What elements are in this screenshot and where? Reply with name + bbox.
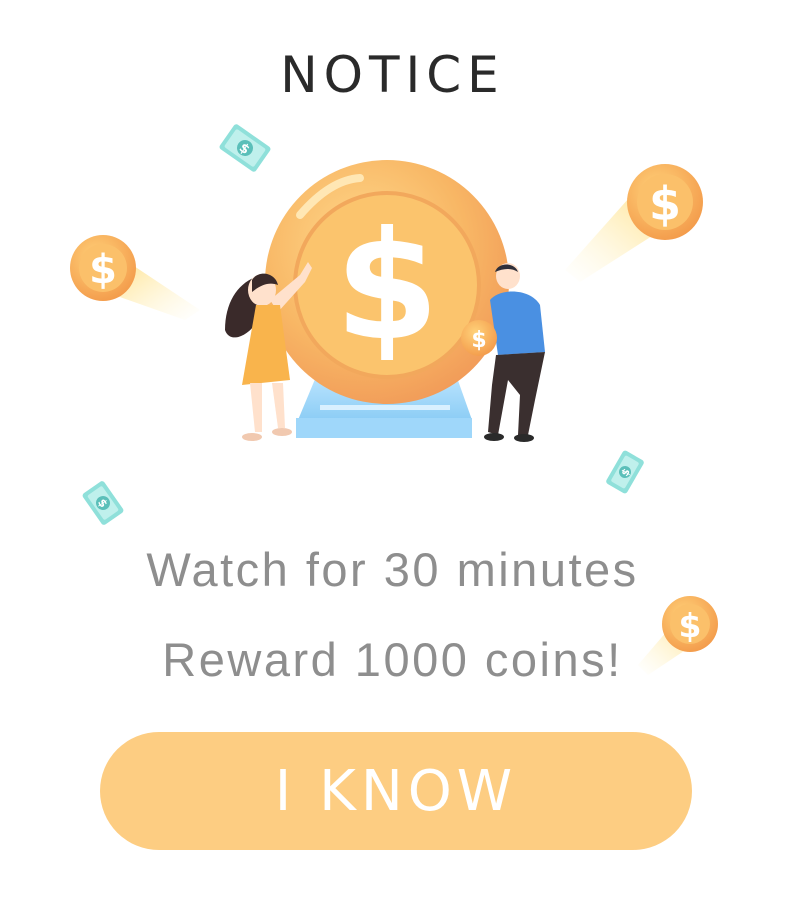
big-coin-symbol: $	[335, 200, 439, 374]
flying-coin-icon: $	[70, 235, 200, 320]
money-bill-icon: $	[606, 450, 644, 494]
coin-symbol: $	[89, 247, 117, 293]
coin-symbol: $	[649, 177, 681, 231]
i-know-button[interactable]: I KNOW	[100, 732, 692, 850]
reward-amount-text: Reward 1000 coins!	[162, 633, 623, 686]
money-bill-icon: $	[82, 481, 124, 525]
flying-coin-icon: $	[565, 164, 703, 282]
dialog-title: NOTICE	[280, 46, 505, 104]
coin-symbol: $	[471, 328, 486, 353]
money-bill-icon: $	[219, 124, 271, 172]
reward-illustration: $ $ $ $ $ $ $	[70, 124, 703, 525]
